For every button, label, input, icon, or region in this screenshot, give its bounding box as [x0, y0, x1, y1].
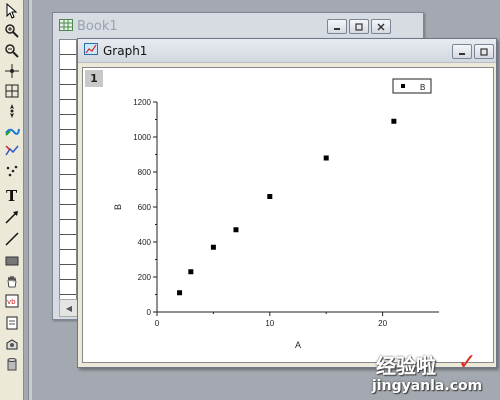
minimize-icon: [334, 27, 340, 30]
graph-minimize-button[interactable]: [452, 44, 472, 59]
mask-icon[interactable]: [2, 142, 22, 160]
note-icon[interactable]: [2, 314, 22, 332]
y-tick-label: 800: [138, 168, 152, 177]
pointer-icon[interactable]: [2, 2, 22, 20]
worksheet-grid[interactable]: [59, 39, 77, 307]
watermark-check-icon: ✓: [458, 350, 477, 375]
data-point: [177, 290, 183, 296]
svg-text:vb: vb: [7, 298, 16, 306]
text-icon[interactable]: T: [2, 186, 22, 204]
line-icon[interactable]: [2, 230, 22, 248]
graph-window[interactable]: Graph1 0 200 400 600 800 1000 1200 0 10 20 A B B 1: [77, 38, 497, 368]
minimize-icon: [459, 52, 465, 55]
x-tick-label: 0: [155, 319, 160, 328]
book-close-button[interactable]: [371, 19, 391, 34]
y-axis-label: B: [113, 204, 123, 210]
zoom-out-icon[interactable]: [2, 42, 22, 60]
scroll-left-icon: ◀: [65, 303, 73, 313]
layer-icon[interactable]: [2, 336, 22, 354]
draw-data-icon[interactable]: [2, 122, 22, 140]
book-title: Book1: [77, 18, 118, 34]
scroll-left-button[interactable]: ◀: [59, 299, 79, 317]
data-point: [210, 244, 216, 250]
x-tick-label: 10: [265, 319, 274, 328]
y-tick-label: 600: [138, 203, 152, 212]
graph-title: Graph1: [103, 43, 148, 58]
graph-icon: [84, 43, 98, 58]
book-restore-button[interactable]: [349, 19, 369, 34]
script-icon[interactable]: vb: [2, 292, 22, 310]
graph-titlebar[interactable]: Graph1: [78, 39, 496, 63]
watermark-text: 经验啦: [376, 354, 436, 378]
layer-number-badge[interactable]: 1: [85, 70, 103, 87]
y-tick-label: 0: [147, 308, 152, 317]
book-minimize-button[interactable]: [327, 19, 347, 34]
svg-text:T: T: [6, 187, 18, 203]
data-point: [188, 269, 194, 275]
data-point: [391, 118, 397, 124]
watermark-url: jingyanla.com: [372, 378, 483, 394]
data-point: [267, 194, 273, 199]
worksheet-icon: [59, 18, 73, 34]
graph-window-controls: [452, 44, 494, 59]
scatter-plot[interactable]: 0 200 400 600 800 1000 1200 0 10 20 A B B: [83, 68, 493, 362]
cylinder-icon[interactable]: [2, 356, 22, 374]
legend-label: B: [420, 83, 425, 92]
hand-icon[interactable]: [2, 272, 22, 290]
y-tick-label: 400: [138, 238, 152, 247]
x-tick-label: 20: [378, 319, 387, 328]
watermark: 经验啦 ✓ jingyanla.com: [368, 350, 498, 398]
book-window-controls: [327, 19, 391, 34]
data-point: [233, 227, 239, 233]
graph-restore-button[interactable]: [474, 44, 494, 59]
y-tick-label: 1200: [133, 98, 151, 107]
x-axis-label: A: [295, 340, 301, 350]
ruler-strip: [28, 0, 32, 400]
arrow-icon[interactable]: [2, 208, 22, 226]
y-tick-label: 1000: [133, 133, 151, 142]
graph-layer[interactable]: 0 200 400 600 800 1000 1200 0 10 20 A B B 1: [82, 67, 494, 363]
data-selector-icon[interactable]: [2, 102, 22, 120]
tools-toolbar: T vb: [0, 0, 24, 400]
y-tick-label: 200: [138, 273, 152, 282]
close-icon: [377, 23, 385, 30]
rectangle-icon[interactable]: [2, 252, 22, 270]
legend-marker: [401, 84, 405, 88]
restore-icon: [355, 22, 363, 31]
screen-reader-icon[interactable]: [2, 62, 22, 80]
zoom-in-icon[interactable]: [2, 22, 22, 40]
data-point: [323, 155, 329, 161]
region-icon[interactable]: [2, 162, 22, 180]
restore-icon: [480, 47, 488, 56]
data-reader-icon[interactable]: [2, 82, 22, 100]
